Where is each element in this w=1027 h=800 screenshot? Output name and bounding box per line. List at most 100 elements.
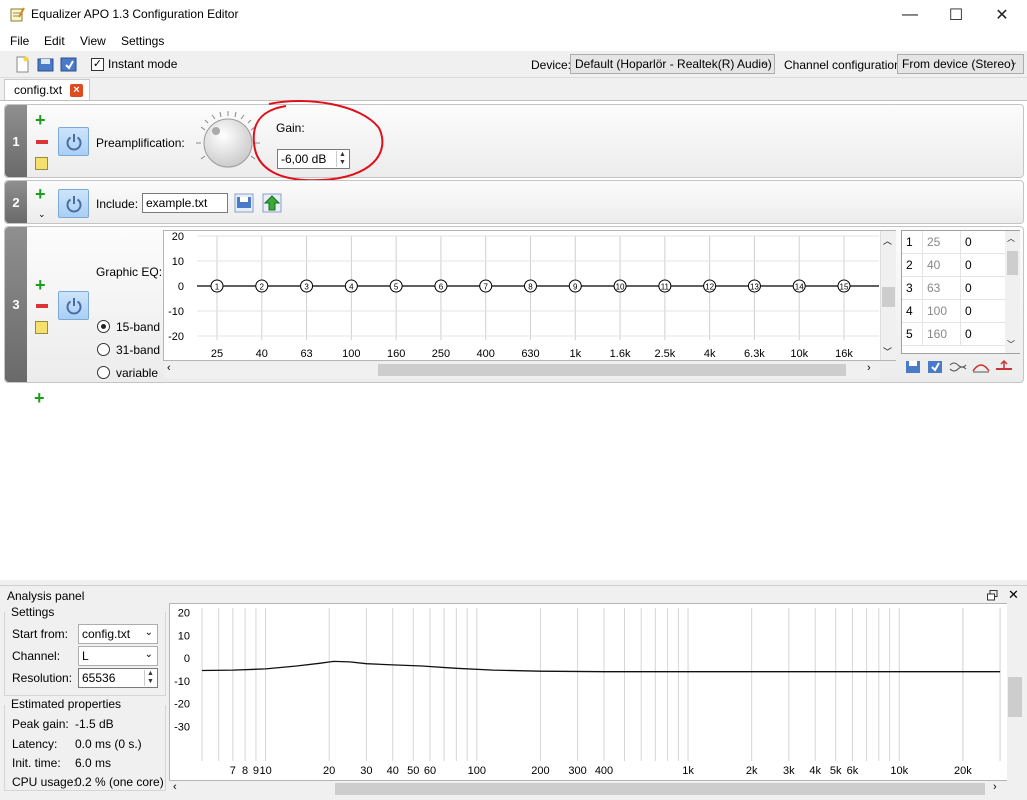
analysis-x-tick-label: 200 (531, 765, 549, 777)
add-filter-icon[interactable]: + (35, 276, 46, 294)
analysis-y-tick-label: 20 (178, 608, 190, 620)
table-row[interactable]: 1 25 0 (902, 231, 1005, 254)
maximize-button[interactable]: ☐ (933, 0, 979, 30)
save-file-icon[interactable] (60, 56, 77, 73)
include-file-input[interactable]: example.txt (142, 193, 228, 213)
channel-select[interactable]: L ⌄ (78, 646, 158, 666)
load-bands-icon[interactable] (927, 359, 943, 375)
add-filter-icon[interactable]: + (35, 185, 46, 203)
table-divider (922, 231, 923, 254)
table-row[interactable]: 5 160 0 (902, 323, 1005, 346)
eq-horizontal-scrollbar[interactable]: ‹ › (164, 362, 880, 378)
scroll-right-icon[interactable]: › (993, 781, 997, 793)
normalize-icon[interactable] (972, 359, 990, 375)
table-cell-gain[interactable]: 0 (965, 235, 972, 249)
device-select[interactable]: Default (Hoparlör - Realtek(R) Audio) ⌄ (570, 54, 775, 74)
table-cell-gain[interactable]: 0 (965, 304, 972, 318)
scroll-up-icon[interactable]: ︿ (1007, 233, 1015, 244)
radio-variable[interactable] (97, 366, 110, 379)
resolution-label: Resolution: (12, 671, 73, 685)
table-row[interactable]: 3 63 0 (902, 277, 1005, 300)
radio-15-band[interactable] (97, 320, 110, 333)
menu-settings[interactable]: Settings (121, 34, 164, 48)
analysis-x-tick-label: 7 (230, 765, 236, 777)
frequency-response-plot[interactable]: 20100-10-20-307 8 9 10 20 30 40 50 60 100 200 300 40… (170, 604, 1020, 780)
scroll-down-icon[interactable]: ﹀ (1007, 339, 1015, 350)
table-cell-gain[interactable]: 0 (965, 281, 972, 295)
close-panel-icon[interactable]: ✕ (1008, 587, 1019, 603)
menu-file[interactable]: File (10, 34, 29, 48)
device-label: Device: (531, 58, 572, 72)
table-divider (960, 300, 961, 323)
menu-view[interactable]: View (80, 34, 106, 48)
eq-vertical-scrollbar[interactable]: ︿ ﹀ (880, 231, 896, 360)
power-toggle-button[interactable] (58, 189, 89, 218)
start-from-select[interactable]: config.txt ⌄ (78, 624, 158, 644)
reset-response-icon[interactable] (995, 359, 1013, 375)
band-table[interactable]: 1 25 0 2 40 0 3 63 0 4 100 0 5 160 0 ︿ ﹀ (901, 230, 1020, 354)
edit-filter-icon[interactable] (35, 157, 48, 170)
preamp-label: Preamplification: (96, 136, 185, 150)
open-file-icon[interactable] (234, 193, 254, 213)
table-divider (960, 323, 961, 346)
eq-band-number: 12 (705, 283, 714, 292)
save-bands-icon[interactable] (905, 359, 921, 375)
invert-response-icon[interactable] (949, 359, 967, 375)
tab-config[interactable]: config.txt × (4, 79, 90, 101)
table-cell-frequency[interactable]: 100 (927, 304, 947, 318)
table-cell-frequency[interactable]: 25 (927, 235, 940, 249)
table-cell-index: 3 (906, 281, 913, 295)
close-button[interactable]: ✕ (979, 0, 1025, 30)
add-filter-icon[interactable]: + (34, 389, 45, 407)
scroll-thumb[interactable] (1007, 251, 1018, 275)
scroll-thumb[interactable] (1008, 677, 1022, 717)
spin-arrows-icon[interactable]: ▲ ▼ (144, 670, 156, 686)
graphic-eq-chart[interactable]: 20 10 0 -10 -20 1 25 2 40 3 63 4 100 5 160 6 250 7 400 8 630… (163, 230, 896, 361)
minimize-button[interactable]: — (887, 0, 933, 30)
restore-panel-icon[interactable] (987, 590, 998, 601)
table-cell-frequency[interactable]: 63 (927, 281, 940, 295)
scroll-up-icon[interactable]: ︿ (883, 234, 892, 247)
table-cell-frequency[interactable]: 40 (927, 258, 940, 272)
table-row[interactable]: 4 100 0 (902, 300, 1005, 323)
eq-y-tick-label: 0 (178, 281, 184, 293)
eq-x-tick-label: 6.3k (744, 348, 765, 360)
analysis-y-tick-label: 10 (178, 630, 190, 642)
scroll-left-icon[interactable]: ‹ (167, 362, 171, 374)
frequency-response-chart[interactable]: 20 10 0 -10 -20 -30 7 8 9 10 20 30 40 50 60 100 200 300 40… (169, 603, 1021, 781)
start-from-label: Start from: (12, 627, 69, 641)
table-scrollbar[interactable]: ︿ ﹀ (1005, 231, 1020, 353)
add-filter-icon[interactable]: + (35, 111, 46, 129)
scroll-thumb[interactable] (335, 783, 985, 795)
menu-edit[interactable]: Edit (44, 34, 65, 48)
scroll-thumb[interactable] (378, 364, 846, 376)
radio-31-band[interactable] (97, 343, 110, 356)
resolution-spinbox[interactable]: 65536 ▲ ▼ (78, 668, 158, 688)
channel-config-select[interactable]: From device (Stereo) ⌄ (897, 54, 1024, 74)
analysis-x-tick-label: 50 (407, 765, 419, 777)
remove-filter-icon[interactable] (36, 140, 48, 144)
scroll-down-icon[interactable]: ﹀ (883, 345, 892, 358)
graphic-eq-plot[interactable]: 20100-10-2012524036341005160625074008630… (164, 231, 895, 360)
remove-filter-icon[interactable] (36, 304, 48, 308)
scroll-left-icon[interactable]: ‹ (173, 781, 177, 793)
instant-mode-checkbox[interactable]: ✓ (91, 58, 104, 71)
analysis-horizontal-scrollbar[interactable]: ‹ › (170, 781, 1007, 797)
table-row[interactable]: 2 40 0 (902, 254, 1005, 277)
expand-chevron-icon[interactable]: ⌄ (38, 209, 46, 220)
new-file-icon[interactable] (14, 56, 31, 73)
table-cell-frequency[interactable]: 160 (927, 327, 947, 341)
analysis-vertical-scrollbar[interactable] (1007, 603, 1023, 781)
open-file-icon[interactable] (37, 56, 54, 73)
scroll-thumb[interactable] (882, 287, 895, 307)
go-to-file-icon[interactable] (262, 193, 282, 213)
table-cell-gain[interactable]: 0 (965, 327, 972, 341)
table-cell-gain[interactable]: 0 (965, 258, 972, 272)
analysis-x-tick-label: 60 (424, 765, 436, 777)
close-tab-icon[interactable]: × (70, 84, 83, 97)
edit-filter-icon[interactable] (35, 321, 48, 334)
scroll-right-icon[interactable]: › (867, 362, 871, 374)
power-toggle-button[interactable] (58, 127, 89, 156)
analysis-x-tick-label: 400 (595, 765, 613, 777)
power-toggle-button[interactable] (58, 291, 89, 320)
